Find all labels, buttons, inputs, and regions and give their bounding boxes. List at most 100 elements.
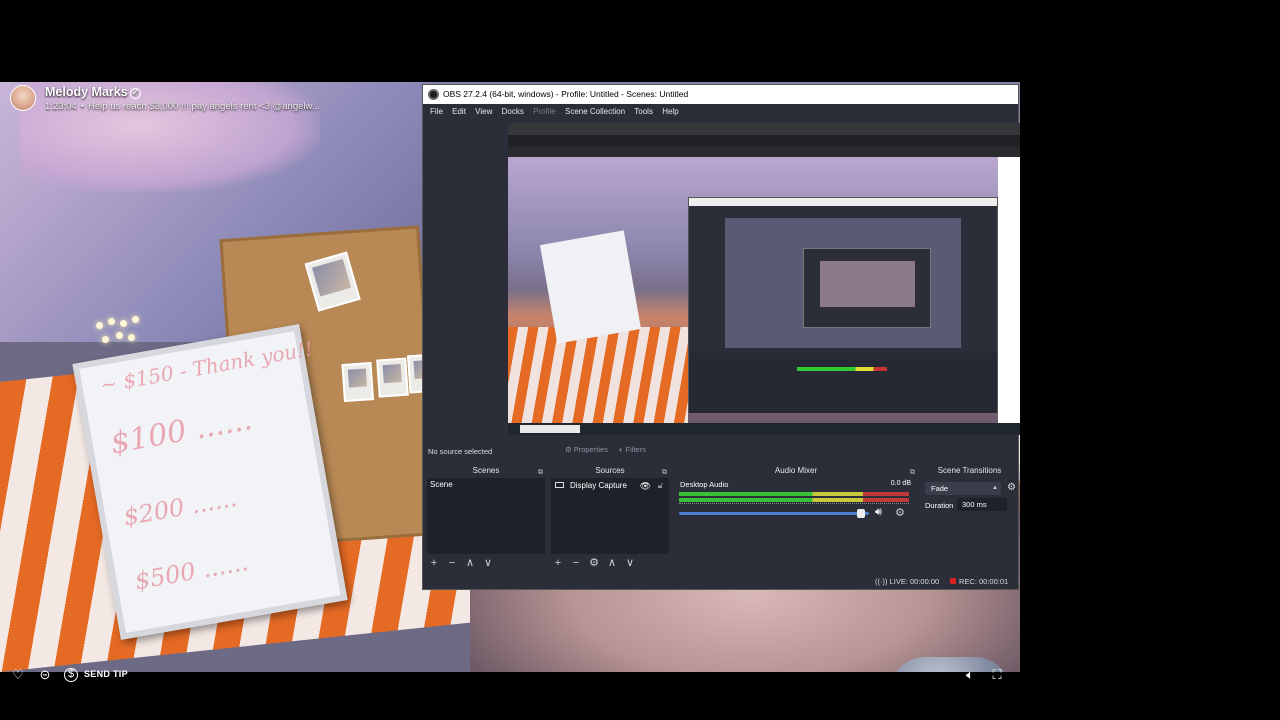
properties-button[interactable]: ⚙ Properties <box>565 445 608 454</box>
obs-preview-canvas[interactable] <box>508 123 1020 435</box>
audio-mixer-dock-title: Audio Mixer <box>774 466 818 475</box>
preview-chat-panel <box>998 157 1020 423</box>
source-item[interactable]: Display Capture 👁︎ 🔓︎ <box>555 480 667 492</box>
menu-scene-collection[interactable]: Scene Collection <box>565 104 625 120</box>
transition-select[interactable]: Fade ▲▼ <box>925 482 1001 504</box>
avatar[interactable] <box>10 85 36 111</box>
volume-icon[interactable]: 🔈︎ <box>962 667 978 683</box>
chat-icon[interactable]: ⊝ <box>37 667 53 683</box>
gear-icon: ⚙ <box>565 445 572 454</box>
verified-icon: ✓ <box>129 88 141 99</box>
obs-status-bar: ((·)) LIVE: 00:00:00 REC: 00:00:01 <box>423 575 1018 589</box>
obs-titlebar[interactable]: OBS 27.2.4 (64-bit, windows) - Profile: … <box>423 85 1018 104</box>
polaroid-photo <box>376 357 409 398</box>
rec-status: REC: 00:00:01 <box>950 575 1008 589</box>
polaroid-photo <box>304 251 361 312</box>
obs-logo-icon <box>428 89 439 100</box>
duration-label: Duration <box>925 501 954 510</box>
no-source-selected-label: No source selected <box>428 447 493 456</box>
scenes-toolbar: + − ∧ ∨ <box>425 556 547 570</box>
lock-icon[interactable]: 🔓︎ <box>658 480 663 492</box>
scenes-dock: Scenes ⧉ Scene + − ∧ ∨ <box>425 464 547 574</box>
properties-label: Properties <box>573 445 608 454</box>
audio-mixer-dock: Audio Mixer ⧉ Desktop Audio 0.0 dB 🔊︎ ⚙ <box>673 464 919 574</box>
scene-item[interactable]: Scene <box>430 480 453 489</box>
obs-window[interactable]: OBS 27.2.4 (64-bit, windows) - Profile: … <box>422 84 1020 590</box>
live-timer: LIVE: 00:00:00 <box>889 577 940 586</box>
obs-menubar: File Edit View Docks Profile Scene Colle… <box>423 104 1018 120</box>
menu-profile[interactable]: Profile <box>533 104 556 120</box>
send-tip-button[interactable]: SEND TIP <box>84 669 128 679</box>
move-source-down-button[interactable]: ∨ <box>621 556 639 570</box>
gear-icon[interactable]: ⚙ <box>1007 482 1016 493</box>
live-status: ((·)) LIVE: 00:00:00 <box>875 575 939 589</box>
stream-goal-text: Help us reach $3,000 !!! pay angels rent… <box>88 101 320 112</box>
streamer-name[interactable]: Melody Marks <box>45 85 128 99</box>
fullscreen-icon[interactable]: ⛶ <box>989 667 1005 683</box>
scene-transitions-dock: Scene Transitions Fade ▲▼ ⚙ Duration 300… <box>921 464 1018 574</box>
sources-toolbar: + − ⚙ ∧ ∨ <box>549 556 671 570</box>
rec-timer: REC: 00:00:01 <box>959 577 1009 586</box>
sources-dock-header: Sources ⧉ <box>549 464 671 478</box>
player-controls: ♡ ⊝ $ SEND TIP 🔈︎ ⛶ <box>0 665 1020 685</box>
streamer-name-row[interactable]: Melody Marks ✓ <box>45 85 141 99</box>
monitor-icon <box>555 482 564 488</box>
vu-meter-scale <box>679 503 909 505</box>
menu-docks[interactable]: Docks <box>502 104 524 120</box>
menu-file[interactable]: File <box>430 104 443 120</box>
move-scene-up-button[interactable]: ∧ <box>461 556 479 570</box>
scenes-dock-title: Scenes <box>472 466 500 475</box>
whiteboard-line: $100 ...... <box>107 402 255 462</box>
remove-source-button[interactable]: − <box>567 556 585 570</box>
move-source-up-button[interactable]: ∧ <box>603 556 621 570</box>
sources-list[interactable]: Display Capture 👁︎ 🔓︎ <box>551 478 669 554</box>
remove-scene-button[interactable]: − <box>443 556 461 570</box>
add-scene-button[interactable]: + <box>425 556 443 570</box>
audio-mixer-dock-header: Audio Mixer ⧉ <box>673 464 919 478</box>
filter-icon: ◐ <box>619 445 624 454</box>
preview-address-bar <box>508 135 1020 147</box>
menu-view[interactable]: View <box>475 104 492 120</box>
mute-speaker-icon[interactable]: 🔊︎ <box>875 506 882 519</box>
preview-bedspread <box>508 327 688 427</box>
preview-whiteboard <box>539 230 642 344</box>
preview-obs-docks <box>689 353 997 413</box>
filters-button[interactable]: ◐ Filters <box>619 445 646 454</box>
source-properties-button[interactable]: ⚙ <box>585 556 603 570</box>
preview-vu-meter <box>797 367 887 371</box>
scene-transitions-dock-header: Scene Transitions <box>921 464 1018 478</box>
audio-mixer-body: Desktop Audio 0.0 dB 🔊︎ ⚙ <box>675 478 917 554</box>
dollar-icon[interactable]: $ <box>64 668 78 682</box>
sources-dock: Sources ⧉ Display Capture 👁︎ 🔓︎ + − ⚙ ∧ ∨ <box>549 464 671 574</box>
mixer-track-name: Desktop Audio <box>680 480 729 489</box>
vu-meter-left <box>679 492 909 496</box>
preview-bookmarks-bar <box>508 147 1020 157</box>
preview-obs-window <box>688 197 998 413</box>
whiteboard-line: $500 ...... <box>132 547 251 596</box>
scenes-list[interactable]: Scene <box>427 478 545 554</box>
gear-icon[interactable]: ⚙ <box>895 506 905 519</box>
heart-icon[interactable]: ♡ <box>10 667 26 683</box>
filters-label: Filters <box>625 445 646 454</box>
stream-elapsed-time: 1:23:04 <box>45 101 77 112</box>
preview-taskbar-search <box>520 425 580 433</box>
preview-nested-preview <box>725 218 961 348</box>
volume-slider-handle[interactable] <box>857 509 865 518</box>
menu-edit[interactable]: Edit <box>452 104 466 120</box>
preview-stream-video <box>508 157 998 427</box>
vu-meter-right <box>679 498 909 502</box>
menu-tools[interactable]: Tools <box>634 104 653 120</box>
volume-slider[interactable] <box>679 512 869 515</box>
obs-window-title: OBS 27.2.4 (64-bit, windows) - Profile: … <box>443 89 689 99</box>
duration-input[interactable]: 300 ms <box>957 498 1007 511</box>
visibility-eye-icon[interactable]: 👁︎ <box>640 480 651 492</box>
scene-transitions-dock-title: Scene Transitions <box>937 466 1002 475</box>
mixer-db-readout: 0.0 dB <box>890 480 911 487</box>
scenes-dock-header: Scenes ⧉ <box>425 464 547 478</box>
sources-dock-title: Sources <box>595 466 625 475</box>
add-source-button[interactable]: + <box>549 556 567 570</box>
menu-help[interactable]: Help <box>662 104 678 120</box>
tip-menu-whiteboard: ~ $150 - Thank you!! $100 ...... $200 ..… <box>72 324 348 640</box>
move-scene-down-button[interactable]: ∨ <box>479 556 497 570</box>
preview-taskbar <box>508 423 1020 435</box>
